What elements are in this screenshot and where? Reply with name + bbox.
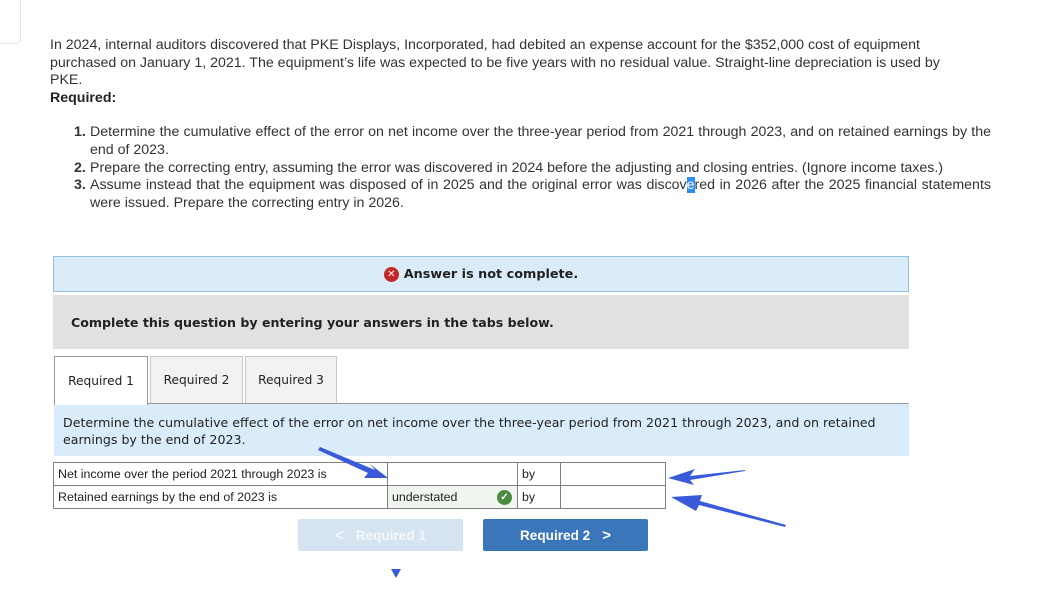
amount-cell[interactable] [560, 485, 666, 509]
annotation-arrow-icon [671, 495, 786, 527]
tab-required-3[interactable]: Required 3 [245, 356, 337, 404]
requirement-item: 2. Prepare the correcting entry, assumin… [74, 160, 991, 178]
next-tab-button[interactable]: Required 2 > [483, 519, 648, 551]
table-row: Retained earnings by the end of 2023 is … [53, 485, 666, 509]
answer-status-text: Answer is not complete. [403, 266, 579, 282]
text-part: Assume instead that the equipment was di… [90, 177, 687, 194]
requirements-list: 1. Determine the cumulative effect of th… [74, 124, 991, 213]
choice-dropdown[interactable] [387, 462, 518, 486]
amount-input[interactable] [565, 486, 661, 508]
problem-statement: In 2024, internal auditors discovered th… [50, 37, 960, 107]
required-heading: Required: [50, 89, 117, 106]
previous-tab-label: Required 1 [355, 527, 427, 543]
next-tab-label: Required 2 [519, 527, 591, 543]
previous-tab-button[interactable]: < Required 1 [298, 519, 463, 551]
x-circle-icon: ✕ [383, 266, 399, 282]
amount-input[interactable] [565, 463, 661, 485]
requirement-number: 2. [74, 159, 86, 176]
answer-status-banner: ✕ Answer is not complete. [53, 256, 909, 292]
tab-bar: Required 1 Required 2 Required 3 [54, 356, 339, 405]
row-label: Retained earnings by the end of 2023 is [53, 485, 388, 509]
requirement-text: Assume instead that the equipment was di… [90, 177, 991, 213]
problem-intro: In 2024, internal auditors discovered th… [50, 37, 940, 88]
requirement-text: Determine the cumulative effect of the e… [90, 124, 991, 158]
answer-table: Net income over the period 2021 through … [53, 462, 666, 509]
by-label: by [517, 462, 561, 486]
requirement-number: 3. [74, 177, 86, 194]
tab-required-1[interactable]: Required 1 [54, 356, 148, 405]
chevron-left-icon: < [334, 526, 344, 544]
instruction-box: Complete this question by entering your … [53, 295, 909, 349]
choice-dropdown[interactable]: understated ✓ [387, 485, 518, 509]
corner-card [0, 0, 21, 44]
tab-panel-prompt: Determine the cumulative effect of the e… [54, 403, 909, 456]
text-selection: e [686, 177, 695, 194]
annotation-arrow-icon [668, 469, 745, 485]
requirement-item: 1. Determine the cumulative effect of th… [74, 124, 991, 160]
table-row: Net income over the period 2021 through … [53, 462, 666, 486]
chevron-right-icon: > [602, 526, 612, 544]
by-label: by [517, 485, 561, 509]
requirement-text: Prepare the correcting entry, assuming t… [90, 159, 944, 176]
tab-required-2[interactable]: Required 2 [150, 356, 243, 404]
requirement-number: 1. [74, 124, 86, 140]
check-circle-icon: ✓ [497, 490, 512, 505]
caret-down-icon [391, 569, 401, 578]
choice-value: understated [392, 490, 458, 504]
row-label: Net income over the period 2021 through … [53, 462, 388, 486]
instruction-text: Complete this question by entering your … [71, 314, 554, 330]
requirement-item: 3. Assume instead that the equipment was… [74, 177, 991, 213]
amount-cell[interactable] [560, 462, 666, 486]
